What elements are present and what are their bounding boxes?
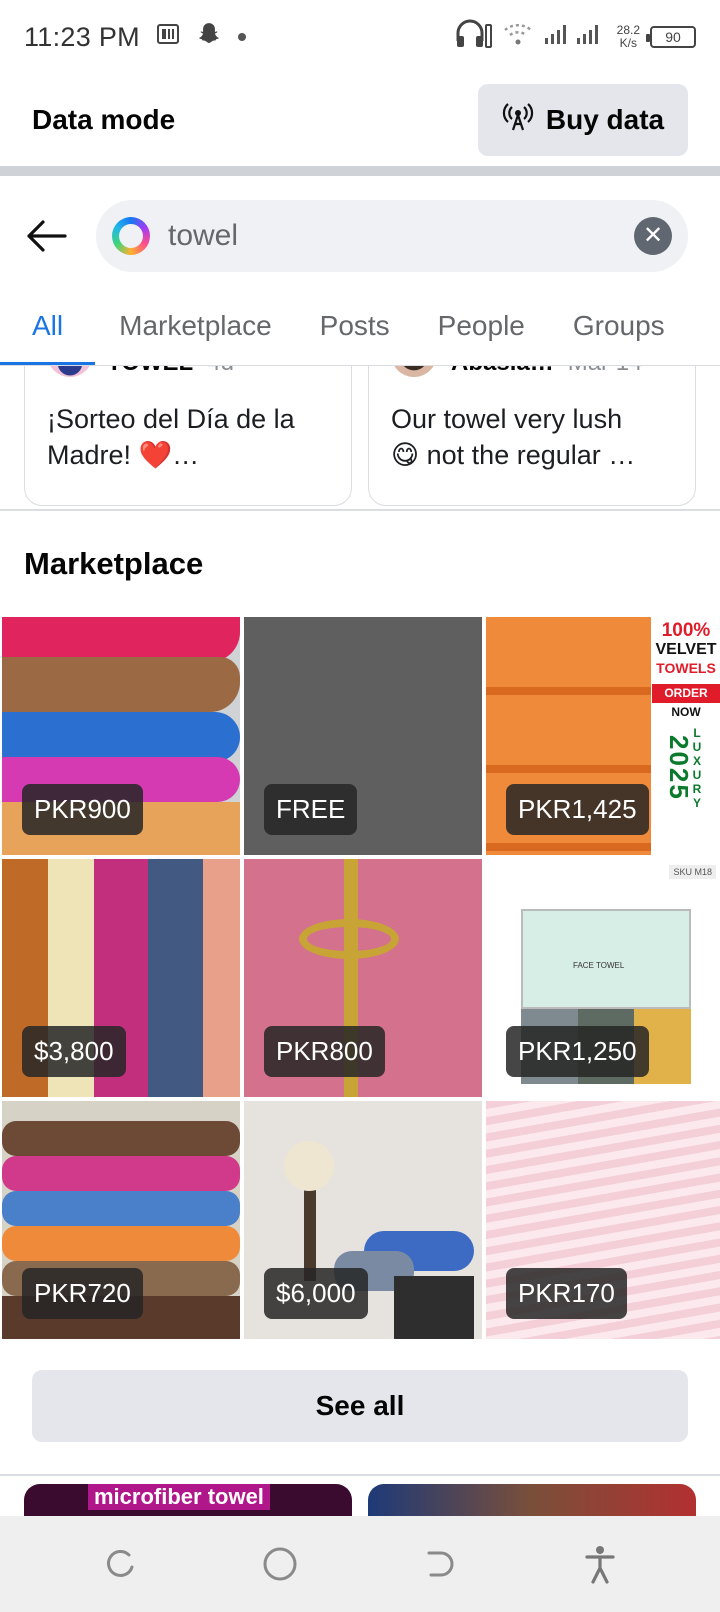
status-bar: 11:23 PM 28.2 K/s 90 <box>0 0 720 74</box>
avatar <box>391 366 437 377</box>
search-query[interactable]: towel <box>168 219 634 253</box>
post-card[interactable]: Abasia… Mar 14 Our towel very lush 😋 not… <box>368 366 696 506</box>
system-nav-bar <box>0 1516 720 1612</box>
back-arrow-icon[interactable] <box>24 214 68 258</box>
listing-price: $3,800 <box>22 1026 126 1077</box>
search-input[interactable]: towel ✕ <box>96 200 688 272</box>
ad-text: TOWELS <box>656 660 716 676</box>
tab-people[interactable]: People <box>414 286 549 365</box>
section-divider <box>0 1474 720 1476</box>
post-header: Abasia… Mar 14 <box>391 366 673 377</box>
news-app-icon <box>156 22 180 53</box>
post-author: TOWEL <box>107 366 193 377</box>
posts-carousel: TOWEL 4d ¡Sorteo del Día de la Madre! ❤️… <box>0 366 720 511</box>
video-card[interactable]: microfiber towel <box>24 1484 352 1516</box>
see-all-button[interactable]: See all <box>32 1370 688 1442</box>
accessibility-icon[interactable] <box>576 1540 624 1588</box>
post-text-line: Madre! ❤️… <box>47 440 200 470</box>
network-speed: 28.2 K/s <box>617 24 640 50</box>
post-text-line: ¡Sorteo del Día de la <box>47 404 295 434</box>
search-row: towel ✕ <box>0 186 720 286</box>
data-mode-title: Data mode <box>32 104 176 135</box>
tab-posts[interactable]: Posts <box>296 286 414 365</box>
listing-price: PKR800 <box>264 1026 385 1077</box>
battery-level: 90 <box>665 29 681 45</box>
listing-price: PKR900 <box>22 784 143 835</box>
headphones-icon <box>455 19 493 56</box>
tab-all[interactable]: All <box>0 286 96 365</box>
listing-tile[interactable]: $6,000 <box>244 1101 482 1339</box>
listing-tile[interactable]: PKR170 <box>486 1101 720 1339</box>
post-text: ¡Sorteo del Día de la Madre! ❤️… <box>47 401 329 473</box>
listing-price: PKR170 <box>506 1268 627 1319</box>
broadcast-icon <box>502 101 534 140</box>
buy-data-button[interactable]: Buy data <box>478 84 688 156</box>
marketplace-heading: Marketplace <box>24 546 204 581</box>
sku-label: SKU M18 <box>669 865 716 879</box>
back-icon[interactable] <box>416 1540 464 1588</box>
listing-price: FREE <box>264 784 358 835</box>
ad-text: VELVET <box>655 641 717 658</box>
tab-marketplace[interactable]: Marketplace <box>95 286 296 365</box>
listing-tile[interactable]: FREE <box>244 617 482 855</box>
snapchat-icon <box>196 21 222 54</box>
post-header: TOWEL 4d <box>47 366 329 377</box>
listing-tile[interactable]: PKR900 <box>2 617 240 855</box>
home-icon[interactable] <box>256 1540 304 1588</box>
battery-icon: 90 <box>646 26 696 48</box>
post-text: Our towel very lush 😋 not the regular … <box>391 401 673 473</box>
package-label: FACE TOWEL <box>573 961 625 970</box>
ad-text: NOW <box>671 705 701 719</box>
video-caption: microfiber towel <box>88 1484 270 1510</box>
signal-icon <box>543 21 607 54</box>
buy-data-label: Buy data <box>545 104 665 135</box>
ad-text: 100% <box>661 620 711 641</box>
listing-price: PKR720 <box>22 1268 143 1319</box>
post-time: Mar 14 <box>568 366 643 377</box>
clear-search-icon[interactable]: ✕ <box>634 217 672 255</box>
status-time: 11:23 PM <box>24 21 140 52</box>
post-card[interactable]: TOWEL 4d ¡Sorteo del Día de la Madre! ❤️… <box>24 366 352 506</box>
tab-groups[interactable]: Groups <box>549 286 689 365</box>
post-author: Abasia… <box>451 366 554 377</box>
listing-tile[interactable]: PKR800 <box>244 859 482 1097</box>
search-tabs: All Marketplace Posts People Groups <box>0 286 720 366</box>
wifi-icon <box>503 21 533 54</box>
listing-tile[interactable]: 100% VELVET TOWELS ORDER NOW 2025 LUXURY… <box>486 617 720 855</box>
video-carousel: microfiber towel <box>0 1480 720 1516</box>
listing-tile[interactable]: SKU M18 FACE TOWEL PKR1,250 <box>486 859 720 1097</box>
ad-text: 2025 <box>664 735 694 801</box>
avatar <box>47 366 93 377</box>
listing-tile[interactable]: $3,800 <box>2 859 240 1097</box>
listing-price: PKR1,425 <box>506 784 649 835</box>
listing-tile[interactable]: PKR720 <box>2 1101 240 1339</box>
meta-ai-icon <box>112 217 150 255</box>
notification-dot-icon <box>237 33 246 41</box>
listing-price: $6,000 <box>264 1268 368 1319</box>
post-time: 4d <box>207 366 234 377</box>
ad-text: LUXURY <box>690 726 704 810</box>
post-text-line: 😋 not the regular … <box>391 440 636 470</box>
ad-text: ORDER <box>652 684 720 703</box>
video-card[interactable] <box>368 1484 696 1516</box>
post-text-line: Our towel very lush <box>391 404 623 434</box>
listing-price: PKR1,250 <box>506 1026 649 1077</box>
recents-icon[interactable] <box>96 1540 144 1588</box>
speed-unit: K/s <box>619 36 637 50</box>
data-mode-bar: Data mode Buy data <box>0 74 720 176</box>
